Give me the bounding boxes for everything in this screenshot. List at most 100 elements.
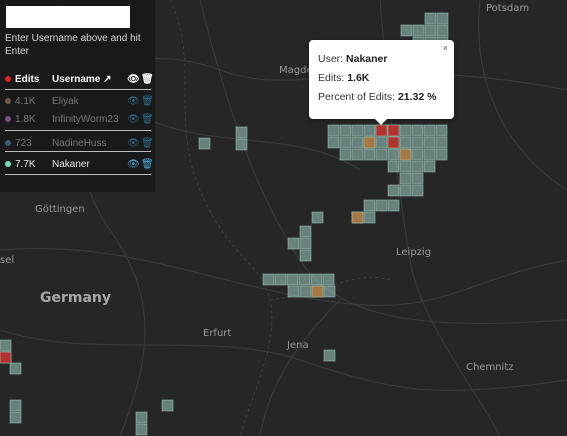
heatmap-cell[interactable] — [400, 24, 413, 37]
city-label-germany: Germany — [40, 290, 111, 306]
eye-icon[interactable]: 👁 — [127, 96, 140, 107]
heatmap-cell[interactable] — [387, 136, 400, 149]
heatmap-cell[interactable] — [339, 148, 352, 161]
heatmap-cell[interactable] — [411, 136, 424, 149]
divider — [5, 89, 151, 90]
heatmap-cell[interactable] — [399, 184, 412, 197]
heatmap-cell[interactable] — [375, 148, 388, 161]
heatmap-cell[interactable] — [351, 136, 364, 149]
heatmap-cell[interactable] — [411, 160, 424, 173]
heatmap-cell[interactable] — [9, 362, 22, 375]
heatmap-cell[interactable] — [423, 160, 436, 173]
heatmap-cell[interactable] — [412, 24, 425, 37]
heatmap-cell[interactable] — [310, 273, 323, 286]
user-row[interactable]: 7.7K Nakaner 👁 🗑 — [5, 155, 154, 173]
heatmap-cell[interactable] — [423, 124, 436, 137]
header-edits[interactable]: Edits — [15, 74, 52, 85]
heatmap-cell[interactable] — [363, 124, 376, 137]
heatmap-cell[interactable] — [339, 136, 352, 149]
trash-icon[interactable]: 🗑 — [141, 159, 154, 170]
heatmap-cell[interactable] — [375, 199, 388, 212]
heatmap-cell[interactable] — [435, 148, 448, 161]
heatmap-cell[interactable] — [375, 124, 388, 137]
heatmap-cell[interactable] — [387, 199, 400, 212]
heatmap-cell[interactable] — [423, 136, 436, 149]
heatmap-cell[interactable] — [363, 199, 376, 212]
heatmap-cell[interactable] — [327, 136, 340, 149]
heatmap-cell[interactable] — [351, 211, 364, 224]
heatmap-cell[interactable] — [387, 148, 400, 161]
heatmap-cell[interactable] — [363, 148, 376, 161]
eye-icon[interactable]: 👁 — [127, 74, 140, 85]
heatmap-cell[interactable] — [274, 273, 287, 286]
heatmap-cell[interactable] — [436, 12, 449, 25]
heatmap-cell[interactable] — [323, 285, 336, 298]
username-input[interactable] — [6, 6, 130, 28]
heatmap-cell[interactable] — [287, 237, 300, 250]
heatmap-cell[interactable] — [262, 273, 275, 286]
heatmap-cell[interactable] — [287, 285, 300, 298]
heatmap-cell[interactable] — [363, 211, 376, 224]
heatmap-cell[interactable] — [286, 273, 299, 286]
heatmap-cell[interactable] — [161, 399, 174, 412]
trash-icon[interactable]: 🗑 — [141, 138, 154, 149]
heatmap-cell[interactable] — [135, 423, 148, 436]
heatmap-cell[interactable] — [339, 124, 352, 137]
heatmap-cell[interactable] — [299, 285, 312, 298]
heatmap-cell[interactable] — [198, 137, 211, 150]
heatmap-cell[interactable] — [311, 211, 324, 224]
heatmap-cell[interactable] — [322, 273, 335, 286]
heatmap-cell[interactable] — [375, 136, 388, 149]
heatmap-cell[interactable] — [235, 126, 248, 139]
eye-icon[interactable]: 👁 — [127, 138, 140, 149]
heatmap-cell[interactable] — [311, 285, 324, 298]
city-label-leipzig: Leipzig — [396, 247, 431, 258]
heatmap-cell[interactable] — [424, 24, 437, 37]
heatmap-cell[interactable] — [399, 136, 412, 149]
heatmap-cell[interactable] — [235, 138, 248, 151]
trash-icon[interactable]: 🗑 — [141, 96, 154, 107]
heatmap-cell[interactable] — [363, 136, 376, 149]
heatmap-cell[interactable] — [411, 148, 424, 161]
heatmap-cell[interactable] — [0, 351, 12, 364]
heatmap-cell[interactable] — [351, 124, 364, 137]
heatmap-cell[interactable] — [299, 225, 312, 238]
heatmap-cell[interactable] — [411, 184, 424, 197]
header-username[interactable]: Username ↗ — [52, 74, 123, 85]
heatmap-cell[interactable] — [399, 148, 412, 161]
heatmap-cell[interactable] — [399, 124, 412, 137]
trash-icon[interactable]: 🗑 — [141, 114, 154, 125]
heatmap-cell[interactable] — [323, 349, 336, 362]
eye-icon[interactable]: 👁 — [127, 114, 140, 125]
heatmap-cell[interactable] — [0, 339, 12, 352]
heatmap-cell[interactable] — [435, 124, 448, 137]
heatmap-cell[interactable] — [423, 148, 436, 161]
heatmap-cell[interactable] — [9, 399, 22, 412]
close-icon[interactable]: × — [443, 43, 448, 53]
heatmap-cell[interactable] — [327, 124, 340, 137]
user-row[interactable]: 723 NadineHuss 👁 🗑 — [5, 134, 154, 152]
heatmap-cell[interactable] — [298, 273, 311, 286]
heatmap-cell[interactable] — [387, 160, 400, 173]
heatmap-cell[interactable] — [399, 160, 412, 173]
heatmap-cell[interactable] — [299, 249, 312, 262]
user-row[interactable]: 1.8K InfinityWorm23 👁 🗑 — [5, 110, 154, 128]
city-label-potsdam: Potsdam — [486, 3, 529, 14]
heatmap-cell[interactable] — [387, 184, 400, 197]
eye-icon[interactable]: 👁 — [127, 159, 140, 170]
heatmap-cell[interactable] — [411, 172, 424, 185]
arrow-up-right-icon: ↗ — [103, 73, 112, 85]
heatmap-cell[interactable] — [436, 24, 449, 37]
heatmap-cell[interactable] — [435, 136, 448, 149]
user-row[interactable]: 4.1K Eliyak 👁 🗑 — [5, 92, 154, 110]
heatmap-cell[interactable] — [399, 172, 412, 185]
heatmap-cell[interactable] — [387, 124, 400, 137]
heatmap-cell[interactable] — [299, 237, 312, 250]
heatmap-cell[interactable] — [411, 124, 424, 137]
heatmap-cell[interactable] — [9, 411, 22, 424]
heatmap-cell[interactable] — [135, 411, 148, 424]
trash-icon[interactable]: 🗑 — [141, 74, 154, 85]
city-label-jena: Jena — [286, 340, 309, 351]
heatmap-cell[interactable] — [351, 148, 364, 161]
heatmap-cell[interactable] — [424, 12, 437, 25]
